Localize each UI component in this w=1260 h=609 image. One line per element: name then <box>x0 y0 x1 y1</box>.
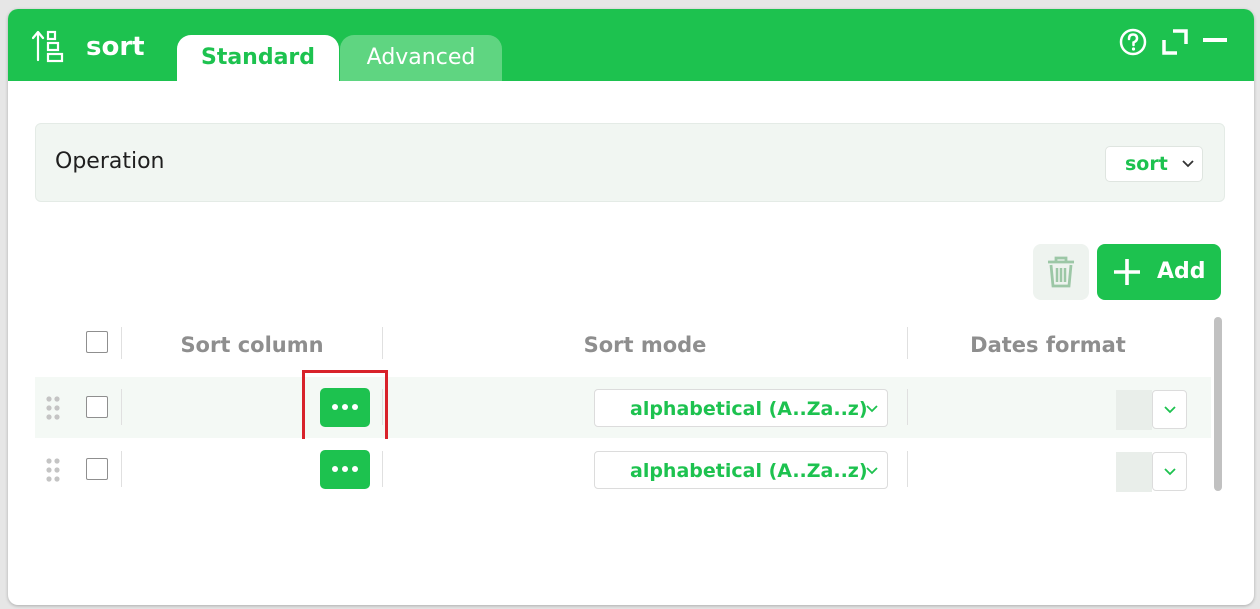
column-divider <box>907 389 908 425</box>
column-divider <box>121 451 122 487</box>
column-divider <box>382 451 383 487</box>
column-divider <box>382 389 383 425</box>
row-checkbox[interactable] <box>86 396 108 418</box>
expand-icon[interactable] <box>1160 27 1190 57</box>
more-horizontal-icon <box>332 404 358 410</box>
table-scrollbar[interactable] <box>1214 317 1222 491</box>
dates-format-dropdown-button[interactable] <box>1152 452 1187 491</box>
table-row: alphabetical (A..Za..z) <box>35 439 1211 500</box>
operation-select[interactable]: sort <box>1105 146 1203 182</box>
chevron-down-icon <box>1164 468 1176 476</box>
sort-table: Sort column Sort mode Dates format alpha… <box>35 317 1211 500</box>
operation-select-value: sort <box>1125 153 1168 175</box>
operation-row: Operation sort <box>35 123 1225 202</box>
add-button-label: Add <box>1157 259 1206 284</box>
dates-format-field[interactable] <box>1116 390 1152 430</box>
drag-handle-icon[interactable] <box>45 457 61 483</box>
add-button[interactable]: Add <box>1097 244 1221 300</box>
chevron-down-icon <box>866 405 878 413</box>
sort-mode-value: alphabetical (A..Za..z) <box>630 460 868 482</box>
help-circle-icon[interactable] <box>1118 27 1148 57</box>
trash-icon <box>1048 256 1074 288</box>
sort-column-more-button[interactable] <box>320 388 370 427</box>
chevron-down-icon <box>866 467 878 475</box>
dates-format-dropdown-button[interactable] <box>1152 390 1187 429</box>
column-header-dates-format: Dates format <box>970 333 1126 357</box>
sort-mode-select[interactable]: alphabetical (A..Za..z) <box>594 451 888 489</box>
sort-panel: sort Standard Advanced Operation sort Ad… <box>8 9 1254 605</box>
row-checkbox[interactable] <box>86 458 108 480</box>
sort-mode-value: alphabetical (A..Za..z) <box>630 398 868 420</box>
column-header-sort-column: Sort column <box>180 333 324 357</box>
table-row: alphabetical (A..Za..z) <box>35 370 1211 442</box>
select-all-checkbox[interactable] <box>86 331 108 353</box>
sort-column-more-button[interactable] <box>320 450 370 489</box>
panel-title: sort <box>86 32 145 62</box>
drag-handle-icon[interactable] <box>45 395 61 421</box>
tab-advanced[interactable]: Advanced <box>340 35 502 81</box>
chevron-down-icon <box>1164 406 1176 414</box>
more-horizontal-icon <box>332 466 358 472</box>
delete-button[interactable] <box>1033 244 1089 300</box>
tab-standard[interactable]: Standard <box>177 35 339 81</box>
column-header-sort-mode: Sort mode <box>583 333 707 357</box>
sort-mode-select[interactable]: alphabetical (A..Za..z) <box>594 389 888 427</box>
plus-icon <box>1114 259 1140 285</box>
column-divider <box>121 389 122 425</box>
minimize-icon[interactable] <box>1200 27 1230 57</box>
column-divider <box>907 451 908 487</box>
dates-format-field[interactable] <box>1116 452 1152 492</box>
chevron-down-icon <box>1182 160 1194 168</box>
sort-icon <box>32 30 64 63</box>
operation-label: Operation <box>55 149 165 174</box>
panel-header: sort Standard Advanced <box>8 9 1254 81</box>
